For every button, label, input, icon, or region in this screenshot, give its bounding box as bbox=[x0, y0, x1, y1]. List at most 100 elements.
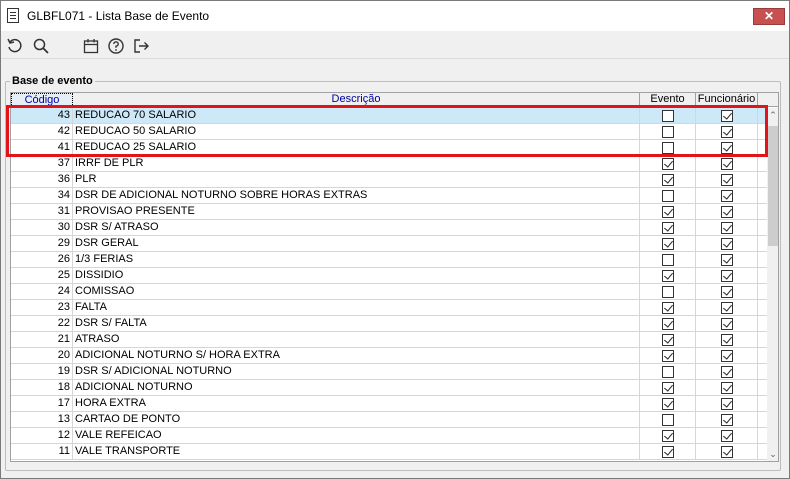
column-header-evento[interactable]: Evento bbox=[640, 93, 696, 107]
evento-checkbox[interactable] bbox=[662, 206, 674, 218]
column-header-funcionario[interactable]: Funcionário bbox=[696, 93, 758, 107]
evento-checkbox[interactable] bbox=[662, 366, 674, 378]
cell-descricao: CARTAO DE PONTO bbox=[73, 412, 640, 427]
evento-checkbox[interactable] bbox=[662, 398, 674, 410]
funcionario-checkbox[interactable] bbox=[721, 334, 733, 346]
funcionario-checkbox[interactable] bbox=[721, 430, 733, 442]
refresh-button[interactable] bbox=[5, 36, 25, 56]
evento-checkbox[interactable] bbox=[662, 302, 674, 314]
cell-descricao: REDUCAO 70 SALARIO bbox=[73, 108, 640, 123]
table-row[interactable]: 17 HORA EXTRA bbox=[11, 396, 767, 412]
funcionario-checkbox[interactable] bbox=[721, 254, 733, 266]
funcionario-checkbox[interactable] bbox=[721, 222, 733, 234]
table-row[interactable]: 18 ADICIONAL NOTURNO bbox=[11, 380, 767, 396]
evento-checkbox[interactable] bbox=[662, 238, 674, 250]
evento-checkbox[interactable] bbox=[662, 142, 674, 154]
cell-evento bbox=[640, 172, 696, 187]
table-row[interactable]: 36 PLR bbox=[11, 172, 767, 188]
funcionario-checkbox[interactable] bbox=[721, 158, 733, 170]
table-row[interactable]: 30 DSR S/ ATRASO bbox=[11, 220, 767, 236]
funcionario-checkbox[interactable] bbox=[721, 382, 733, 394]
evento-checkbox[interactable] bbox=[662, 270, 674, 282]
app-window: GLBFL071 - Lista Base de Evento ✕ Base d… bbox=[0, 0, 790, 479]
toolbar bbox=[1, 31, 789, 59]
cell-codigo: 31 bbox=[11, 204, 73, 219]
table-row[interactable]: 19 DSR S/ ADICIONAL NOTURNO bbox=[11, 364, 767, 380]
evento-checkbox[interactable] bbox=[662, 318, 674, 330]
table-row[interactable]: 12 VALE REFEICAO bbox=[11, 428, 767, 444]
search-button[interactable] bbox=[31, 36, 51, 56]
evento-checkbox[interactable] bbox=[662, 110, 674, 122]
table-row[interactable]: 26 1/3 FERIAS bbox=[11, 252, 767, 268]
funcionario-checkbox[interactable] bbox=[721, 414, 733, 426]
funcionario-checkbox[interactable] bbox=[721, 206, 733, 218]
table-row[interactable]: 11 VALE TRANSPORTE bbox=[11, 444, 767, 460]
cell-evento bbox=[640, 124, 696, 139]
funcionario-checkbox[interactable] bbox=[721, 190, 733, 202]
table-row[interactable]: 24 COMISSAO bbox=[11, 284, 767, 300]
table-row[interactable]: 43 REDUCAO 70 SALARIO bbox=[11, 108, 767, 124]
funcionario-checkbox[interactable] bbox=[721, 110, 733, 122]
scroll-up-icon[interactable]: ⌃ bbox=[767, 109, 778, 121]
evento-checkbox[interactable] bbox=[662, 286, 674, 298]
close-button[interactable]: ✕ bbox=[753, 8, 785, 25]
vertical-scrollbar[interactable]: ⌃ ⌄ bbox=[767, 108, 778, 461]
table-row[interactable]: 31 PROVISAO PRESENTE bbox=[11, 204, 767, 220]
evento-checkbox[interactable] bbox=[662, 382, 674, 394]
column-header-codigo[interactable]: Código bbox=[11, 93, 73, 107]
cell-funcionario bbox=[696, 188, 758, 203]
funcionario-checkbox[interactable] bbox=[721, 286, 733, 298]
help-button[interactable] bbox=[106, 36, 126, 56]
funcionario-checkbox[interactable] bbox=[721, 318, 733, 330]
funcionario-checkbox[interactable] bbox=[721, 350, 733, 362]
help-icon bbox=[108, 38, 124, 54]
evento-checkbox[interactable] bbox=[662, 334, 674, 346]
funcionario-checkbox[interactable] bbox=[721, 126, 733, 138]
column-header-descricao[interactable]: Descrição bbox=[73, 93, 640, 107]
cell-codigo: 18 bbox=[11, 380, 73, 395]
table-row[interactable]: 29 DSR GERAL bbox=[11, 236, 767, 252]
evento-checkbox[interactable] bbox=[662, 446, 674, 458]
exit-button[interactable] bbox=[131, 36, 151, 56]
table-row[interactable]: 42 REDUCAO 50 SALARIO bbox=[11, 124, 767, 140]
funcionario-checkbox[interactable] bbox=[721, 302, 733, 314]
table-row[interactable]: 25 DISSIDIO bbox=[11, 268, 767, 284]
cell-descricao: REDUCAO 50 SALARIO bbox=[73, 124, 640, 139]
table-row[interactable]: 21 ATRASO bbox=[11, 332, 767, 348]
evento-checkbox[interactable] bbox=[662, 174, 674, 186]
cell-funcionario bbox=[696, 252, 758, 267]
funcionario-checkbox[interactable] bbox=[721, 398, 733, 410]
cell-funcionario bbox=[696, 428, 758, 443]
cell-evento bbox=[640, 444, 696, 459]
table-row[interactable]: 41 REDUCAO 25 SALARIO bbox=[11, 140, 767, 156]
evento-checkbox[interactable] bbox=[662, 222, 674, 234]
funcionario-checkbox[interactable] bbox=[721, 270, 733, 282]
evento-checkbox[interactable] bbox=[662, 350, 674, 362]
cell-funcionario bbox=[696, 444, 758, 459]
evento-checkbox[interactable] bbox=[662, 126, 674, 138]
cell-codigo: 25 bbox=[11, 268, 73, 283]
funcionario-checkbox[interactable] bbox=[721, 238, 733, 250]
table-row[interactable]: 22 DSR S/ FALTA bbox=[11, 316, 767, 332]
scroll-down-icon[interactable]: ⌄ bbox=[767, 448, 778, 460]
table-row[interactable]: 20 ADICIONAL NOTURNO S/ HORA EXTRA bbox=[11, 348, 767, 364]
funcionario-checkbox[interactable] bbox=[721, 174, 733, 186]
evento-checkbox[interactable] bbox=[662, 190, 674, 202]
scroll-thumb[interactable] bbox=[768, 126, 778, 246]
evento-checkbox[interactable] bbox=[662, 430, 674, 442]
evento-checkbox[interactable] bbox=[662, 254, 674, 266]
table-row[interactable]: 13 CARTAO DE PONTO bbox=[11, 412, 767, 428]
table-row[interactable]: 23 FALTA bbox=[11, 300, 767, 316]
table-row[interactable]: 37 IRRF DE PLR bbox=[11, 156, 767, 172]
cell-funcionario bbox=[696, 364, 758, 379]
cell-descricao: REDUCAO 25 SALARIO bbox=[73, 140, 640, 155]
cell-funcionario bbox=[696, 268, 758, 283]
funcionario-checkbox[interactable] bbox=[721, 366, 733, 378]
funcionario-checkbox[interactable] bbox=[721, 142, 733, 154]
evento-checkbox[interactable] bbox=[662, 158, 674, 170]
funcionario-checkbox[interactable] bbox=[721, 446, 733, 458]
table-row[interactable]: 34 DSR DE ADICIONAL NOTURNO SOBRE HORAS E… bbox=[11, 188, 767, 204]
evento-checkbox[interactable] bbox=[662, 414, 674, 426]
cell-funcionario bbox=[696, 204, 758, 219]
calendar-button[interactable] bbox=[81, 36, 101, 56]
